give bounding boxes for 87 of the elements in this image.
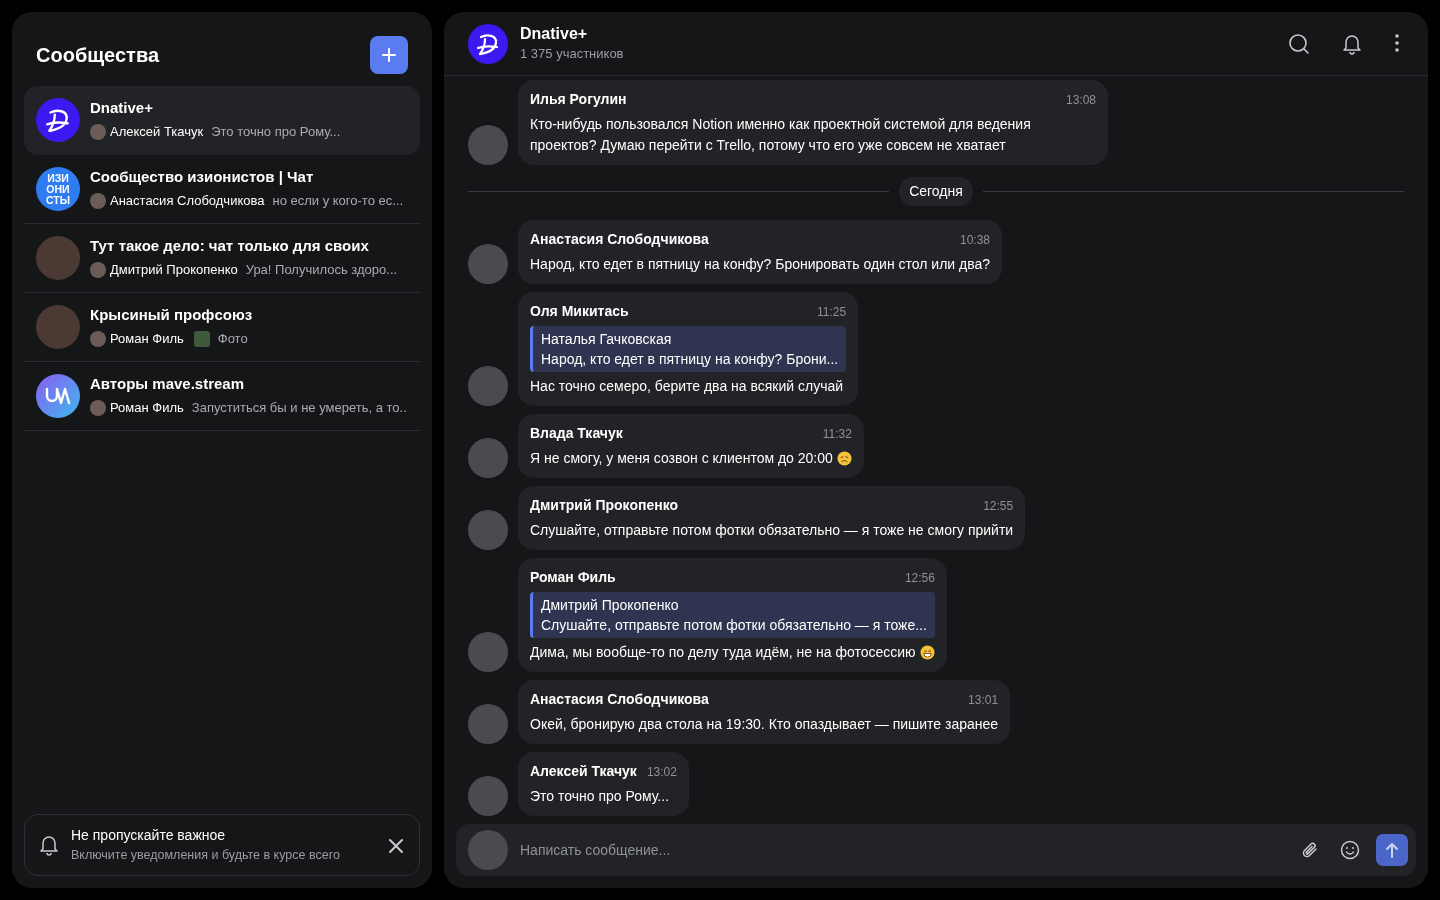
community-logo-icon <box>468 23 508 64</box>
message-time: 10:38 <box>960 232 991 249</box>
message-author: Илья Рогулин <box>530 90 627 109</box>
avatar-placeholder <box>90 192 106 209</box>
message-text: Слушайте, отправьте потом фотки обязательно — я тоже не смогу прийти <box>530 521 1014 540</box>
message-text: Это точно про Рому... <box>530 787 670 806</box>
message-author: Алексей Ткачук <box>530 762 637 781</box>
message-time: 12:56 <box>904 570 935 587</box>
message-text: Дима, мы вообще-то по делу туда идём, не на фотосессию <box>530 643 916 662</box>
community-logo-icon <box>36 374 80 418</box>
community-item[interactable]: Крысиный профсоюз Роман Филь Фото <box>24 293 420 362</box>
last-author: Роман Филь <box>110 330 184 348</box>
message-text: Кто-нибудь пользовался Notion именно как проектной системой для ведения проектов? Думаю перейти с Trello, потому что его уже совсем не хватает <box>530 115 1032 155</box>
photo-placeholder <box>36 305 80 349</box>
add-button[interactable] <box>370 36 408 74</box>
chat-title: Dnative+ <box>520 23 589 44</box>
quote-text: Слушайте, отправьте потом фотки обязательно — я тоже... <box>541 616 927 635</box>
sad-face-icon <box>836 451 852 466</box>
avatar-placeholder <box>468 704 508 744</box>
search-icon <box>1288 32 1310 55</box>
community-title: Сообщество изионистов | Чат <box>90 167 315 187</box>
last-message: Это точно про Рому... <box>211 123 341 141</box>
message-author: Дмитрий Прокопенко <box>530 496 679 515</box>
message-time: 13:08 <box>1065 92 1096 109</box>
close-icon <box>389 838 403 853</box>
avatar-placeholder <box>468 776 508 816</box>
community-item[interactable]: Dnative+ Алексей Ткачук Это точно про Рому... <box>24 86 420 155</box>
quote-author: Дмитрий Прокопенко <box>541 596 680 615</box>
arrow-up-icon <box>1385 842 1399 858</box>
message-author: Оля Микитась <box>530 302 629 321</box>
community-item[interactable]: Авторы mave.stream Роман Филь Запуститься бы и не умереть, а то... <box>24 362 420 431</box>
message-author: Анастасия Слободчикова <box>530 690 709 709</box>
community-logo-icon <box>36 98 80 142</box>
paperclip-icon <box>1300 840 1320 860</box>
message-time: 11:25 <box>817 304 847 321</box>
bell-icon <box>39 834 59 857</box>
message-time: 11:32 <box>822 426 852 443</box>
message-author: Роман Филь <box>530 568 616 587</box>
message-input[interactable]: Написать сообщение... <box>456 824 1416 876</box>
message-time: 13:02 <box>646 764 677 781</box>
avatar-placeholder <box>468 366 508 406</box>
grinning-face-icon <box>919 645 935 660</box>
avatar-placeholder <box>90 399 106 416</box>
avatar-placeholder <box>90 261 106 278</box>
date-separator: Сегодня <box>899 177 973 206</box>
avatar-placeholder <box>90 330 106 347</box>
message-time: 13:01 <box>968 692 999 709</box>
more-icon <box>1394 32 1400 53</box>
community-logo: ИЗИ ОНИ СТЫ <box>36 167 80 211</box>
message-text: Я не смогу, у меня созвон с клиентом до 20:00 <box>530 449 833 468</box>
community-item[interactable]: Тут такое дело: чат только для своих Дмитрий Прокопенко Ура! Получилось здоро... <box>24 224 420 293</box>
avatar-placeholder <box>468 125 508 165</box>
avatar-placeholder <box>468 244 508 284</box>
community-item[interactable]: ИЗИ ОНИ СТЫ Сообщество изионистов | Чат Анастасия Слободчикова но если у кого-то ес... <box>24 155 420 224</box>
message-author: Анастасия Слободчикова <box>530 230 709 249</box>
avatar-placeholder <box>90 123 106 140</box>
smiley-icon <box>1340 840 1360 860</box>
banner-title: Не пропускайте важное <box>71 826 227 846</box>
quote-author: Наталья Гачковская <box>541 330 673 349</box>
message-text: Народ, кто едет в пятницу на конфу? Бронировать один стол или два? <box>530 255 991 274</box>
avatar-placeholder <box>468 438 508 478</box>
community-title: Dnative+ <box>90 98 154 118</box>
last-message: но если у кого-то ес... <box>272 192 404 210</box>
quote-text: Народ, кто едет в пятницу на конфу? Брони... <box>541 350 839 369</box>
bell-icon <box>1342 32 1362 55</box>
last-author: Алексей Ткачук <box>110 123 204 141</box>
member-count: 1 375 участников <box>520 44 624 63</box>
sidebar-title: Сообщества <box>36 43 160 67</box>
avatar-placeholder <box>468 510 508 550</box>
last-message: Ура! Получилось здоро... <box>245 261 398 279</box>
community-title: Тут такое дело: чат только для своих <box>90 236 370 256</box>
photo-placeholder <box>36 236 80 280</box>
community-title: Авторы mave.stream <box>90 374 246 394</box>
message-text: Окей, бронирую два стола на 19:30. Кто опаздывает — пишите заранее <box>530 715 999 734</box>
message-text: Нас точно семеро, берите два на всякий случай <box>530 377 844 396</box>
last-message: Фото <box>217 330 248 348</box>
last-message: Запуститься бы и не умереть, а то... <box>191 399 408 417</box>
send-button[interactable] <box>1376 834 1408 866</box>
avatar-placeholder <box>468 632 508 672</box>
plus-icon <box>381 47 397 63</box>
last-author: Дмитрий Прокопенко <box>110 261 238 279</box>
banner-text: Включите уведомления и будьте в курсе всего <box>71 847 340 865</box>
message-time: 12:55 <box>983 498 1014 515</box>
last-author: Роман Филь <box>110 399 184 417</box>
message-author: Влада Ткачук <box>530 424 623 443</box>
community-title: Крысиный профсоюз <box>90 305 254 325</box>
last-author: Анастасия Слободчикова <box>110 192 265 210</box>
